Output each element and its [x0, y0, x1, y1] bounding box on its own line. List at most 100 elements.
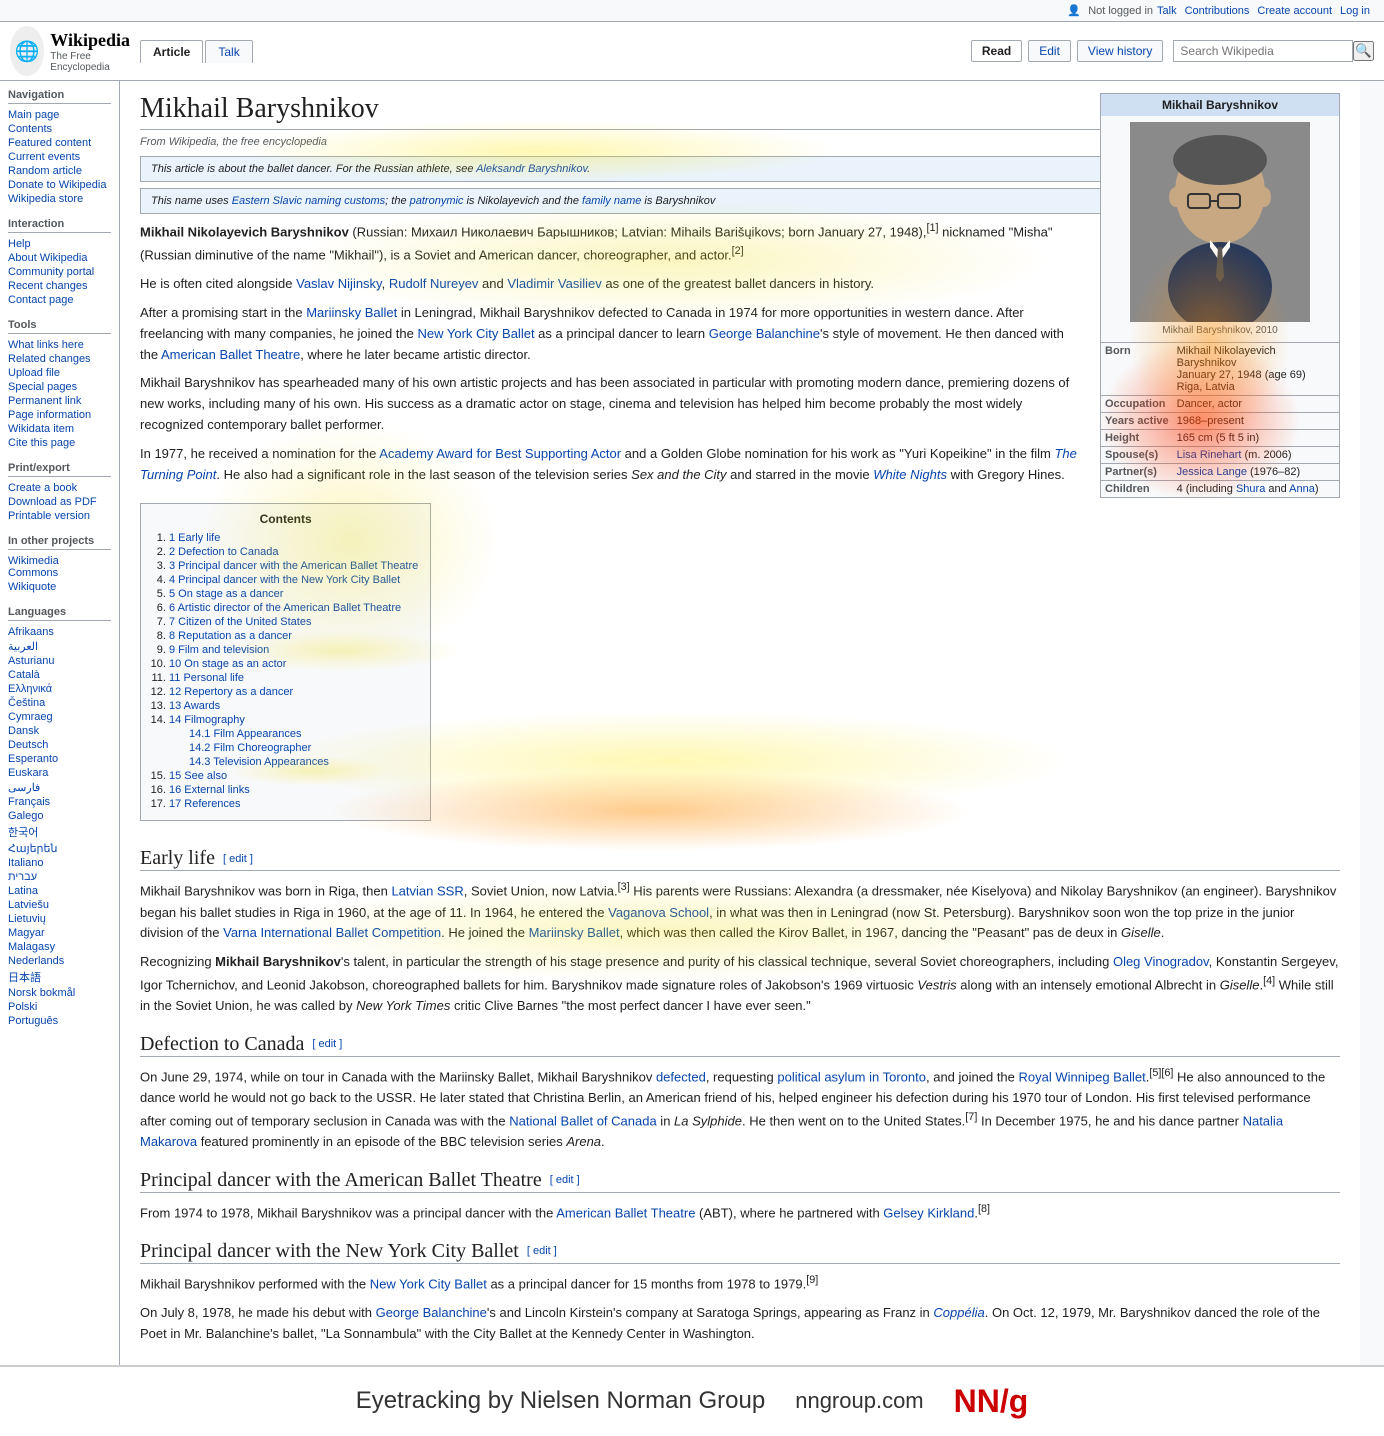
sidebar-item-page-info[interactable]: Page information	[8, 408, 111, 422]
shura-link[interactable]: Shura	[1236, 483, 1265, 495]
talk-link[interactable]: Talk	[1157, 5, 1177, 17]
sidebar-lang-japanese[interactable]: 日本語	[8, 968, 111, 986]
nycb-link[interactable]: New York City Ballet	[418, 326, 535, 341]
sidebar-item-printable[interactable]: Printable version	[8, 509, 111, 523]
sidebar-item-permanent[interactable]: Permanent link	[8, 394, 111, 408]
sidebar-lang-afrikaans[interactable]: Afrikaans	[8, 625, 111, 639]
sidebar-lang-esperanto[interactable]: Esperanto	[8, 752, 111, 766]
sidebar-item-upload[interactable]: Upload file	[8, 366, 111, 380]
balanchine-link2[interactable]: George Balanchine	[376, 1305, 487, 1320]
abt-link[interactable]: American Ballet Theatre	[161, 347, 300, 362]
sidebar-lang-latviesu[interactable]: Latviešu	[8, 898, 111, 912]
toc-awards[interactable]: 13 Awards	[169, 700, 220, 712]
toc-early-life[interactable]: 1 Early life	[169, 532, 220, 544]
sidebar-item-about[interactable]: About Wikipedia	[8, 251, 111, 265]
article-tab[interactable]: Article	[140, 40, 203, 63]
anna-link[interactable]: Anna	[1289, 483, 1315, 495]
vaganova-link[interactable]: Vaganova School	[608, 905, 709, 920]
sidebar-lang-greek[interactable]: Ελληνικά	[8, 682, 111, 696]
sidebar-lang-latina[interactable]: Latina	[8, 884, 111, 898]
sidebar-item-store[interactable]: Wikipedia store	[8, 192, 111, 206]
kirkland-link[interactable]: Gelsey Kirkland	[883, 1205, 974, 1220]
sidebar-lang-malagasy[interactable]: Malagasy	[8, 940, 111, 954]
latvian-ssr-link[interactable]: Latvian SSR	[391, 884, 463, 899]
toc-abt[interactable]: 3 Principal dancer with the American Bal…	[169, 560, 418, 572]
nycb-link2[interactable]: New York City Ballet	[370, 1276, 487, 1291]
sidebar-lang-asturianu[interactable]: Asturianu	[8, 654, 111, 668]
nureyev-link[interactable]: Rudolf Nureyev	[389, 276, 479, 291]
toc-tv-appearances[interactable]: 14.3 Television Appearances	[189, 756, 329, 768]
sidebar-lang-arabic[interactable]: العربية	[8, 639, 111, 654]
vasiliev-link[interactable]: Vladimir Vasiliev	[507, 276, 601, 291]
sidebar-item-current-events[interactable]: Current events	[8, 150, 111, 164]
sidebar-lang-nederlands[interactable]: Nederlands	[8, 954, 111, 968]
royal-winnipeg-link[interactable]: Royal Winnipeg Ballet	[1019, 1069, 1146, 1084]
sidebar-lang-armenian[interactable]: Հայերեն	[8, 841, 111, 856]
abt-edit[interactable]: [ edit ]	[550, 1174, 580, 1186]
sidebar-lang-lietuviu[interactable]: Lietuvių	[8, 912, 111, 926]
sidebar-lang-portugues[interactable]: Português	[8, 1014, 111, 1028]
sidebar-lang-czech[interactable]: Čeština	[8, 696, 111, 710]
sidebar-item-donate[interactable]: Donate to Wikipedia	[8, 178, 111, 192]
read-tab[interactable]: Read	[971, 40, 1022, 62]
toc-filmography[interactable]: 14 Filmography	[169, 714, 245, 726]
view-history-tab[interactable]: View history	[1077, 40, 1163, 62]
sidebar-lang-catala[interactable]: Català	[8, 668, 111, 682]
toc-repertory[interactable]: 12 Repertory as a dancer	[169, 686, 293, 698]
toc-external-links[interactable]: 16 External links	[169, 784, 250, 796]
national-ballet-link[interactable]: National Ballet of Canada	[509, 1113, 656, 1128]
sidebar-lang-farsi[interactable]: فارسی	[8, 780, 111, 795]
patronymic-link[interactable]: patronymic	[410, 195, 464, 207]
sidebar-lang-euskara[interactable]: Euskara	[8, 766, 111, 780]
sidebar-item-featured[interactable]: Featured content	[8, 136, 111, 150]
sidebar-lang-norsk[interactable]: Norsk bokmål	[8, 986, 111, 1000]
sidebar-lang-galego[interactable]: Galego	[8, 809, 111, 823]
sidebar-item-download-pdf[interactable]: Download as PDF	[8, 495, 111, 509]
toc-defection[interactable]: 2 Defection to Canada	[169, 546, 278, 558]
sidebar-item-help[interactable]: Help	[8, 237, 111, 251]
sidebar-item-commons[interactable]: Wikimedia Commons	[8, 554, 111, 580]
sidebar-item-create-book[interactable]: Create a book	[8, 481, 111, 495]
asylum-link[interactable]: political asylum in Toronto	[777, 1069, 926, 1084]
toc-on-stage-dancer[interactable]: 5 On stage as a dancer	[169, 588, 283, 600]
talk-tab[interactable]: Talk	[205, 40, 252, 63]
sidebar-lang-dansk[interactable]: Dansk	[8, 724, 111, 738]
mariinsky-link2[interactable]: Mariinsky Ballet	[529, 925, 620, 940]
slavic-naming-link[interactable]: Eastern Slavic naming customs	[232, 195, 385, 207]
academy-award-link[interactable]: Academy Award for Best Supporting Actor	[379, 446, 621, 461]
sidebar-lang-magyar[interactable]: Magyar	[8, 926, 111, 940]
sidebar-item-wikidata[interactable]: Wikidata item	[8, 422, 111, 436]
toc-reputation[interactable]: 8 Reputation as a dancer	[169, 630, 292, 642]
search-input[interactable]	[1173, 40, 1353, 62]
family-name-link[interactable]: family name	[582, 195, 641, 207]
toc-film-tv[interactable]: 9 Film and television	[169, 644, 269, 656]
sidebar-lang-korean[interactable]: 한국어	[8, 823, 111, 841]
sidebar-item-wikiquote[interactable]: Wikiquote	[8, 580, 111, 594]
toc-nycb[interactable]: 4 Principal dancer with the New York Cit…	[169, 574, 400, 586]
sidebar-lang-hebrew[interactable]: עברית	[8, 870, 111, 884]
defection-edit[interactable]: [ edit ]	[312, 1038, 342, 1050]
contributions-link[interactable]: Contributions	[1185, 5, 1250, 17]
toc-film-choreographer[interactable]: 14.2 Film Choreographer	[189, 742, 311, 754]
toc-stage-actor[interactable]: 10 On stage as an actor	[169, 658, 286, 670]
sidebar-item-cite[interactable]: Cite this page	[8, 436, 111, 450]
sidebar-lang-deutsch[interactable]: Deutsch	[8, 738, 111, 752]
nijinsky-link[interactable]: Vaslav Nijinsky	[296, 276, 381, 291]
sidebar-lang-polski[interactable]: Polski	[8, 1000, 111, 1014]
sidebar-item-related-changes[interactable]: Related changes	[8, 352, 111, 366]
white-nights-link[interactable]: White Nights	[873, 467, 947, 482]
vinogradov-link[interactable]: Oleg Vinogradov	[1113, 954, 1209, 969]
varna-link[interactable]: Varna International Ballet Competition	[223, 925, 441, 940]
sidebar-lang-francais[interactable]: Français	[8, 795, 111, 809]
sidebar-item-random[interactable]: Random article	[8, 164, 111, 178]
log-in-link[interactable]: Log in	[1340, 5, 1370, 17]
aleksandr-link[interactable]: Aleksandr Baryshnikov	[476, 163, 587, 175]
sidebar-lang-cymraeg[interactable]: Cymraeg	[8, 710, 111, 724]
toc-artistic-director[interactable]: 6 Artistic director of the American Ball…	[169, 602, 401, 614]
toc-citizen[interactable]: 7 Citizen of the United States	[169, 616, 311, 628]
create-account-link[interactable]: Create account	[1257, 5, 1332, 17]
early-life-edit[interactable]: [ edit ]	[223, 853, 253, 865]
sidebar-item-special[interactable]: Special pages	[8, 380, 111, 394]
coppelia-link[interactable]: Coppélia	[933, 1305, 984, 1320]
sidebar-item-contact[interactable]: Contact page	[8, 293, 111, 307]
